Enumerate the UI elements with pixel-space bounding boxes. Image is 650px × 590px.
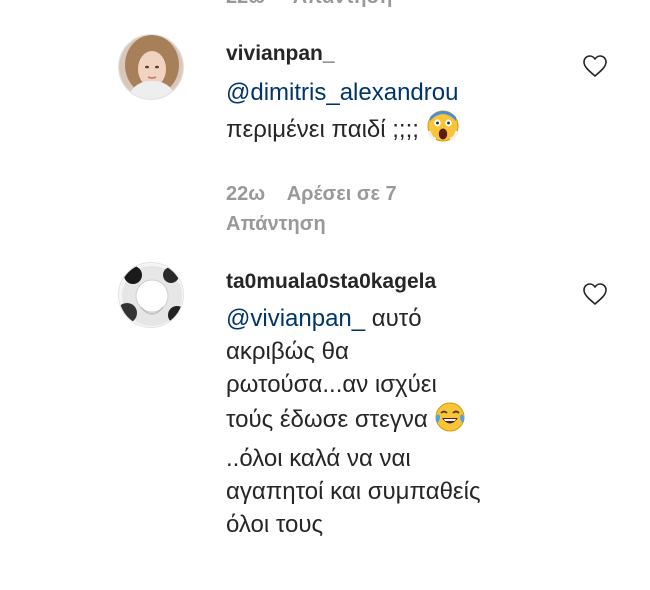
previous-comment-reply[interactable]: Απάντηση (293, 0, 393, 8)
screaming-face-emoji-icon (426, 109, 460, 152)
comment-text-line: αυτό (365, 305, 422, 332)
comment-text-line: όλοι τους (226, 511, 324, 538)
avatar-photo (119, 35, 183, 99)
comment-body: vivianpan_ @dimitris_alexandrou περιμένε… (226, 40, 556, 238)
tears-of-joy-emoji-icon (434, 401, 466, 442)
previous-comment-meta: 22ω Απάντηση (226, 0, 392, 9)
comment-username[interactable]: vivianpan_ (226, 40, 556, 68)
comment-mention[interactable]: @vivianpan_ (226, 305, 365, 332)
avatar-photo (119, 263, 183, 327)
avatar[interactable] (118, 262, 184, 328)
comment-text-line: ακριβώς θα (226, 338, 349, 365)
comment-text-line: αγαπητοί και συμπαθείς (226, 478, 481, 505)
comment-text-line: περιμένει παιδί ;;;; (226, 116, 419, 143)
comment-text-line: ρωτούσα...αν ισχύει (226, 371, 437, 398)
comment-meta: 22ω Αρέσει σε 7 Απάντηση (226, 180, 556, 238)
comment-text: περιμένει παιδί ;;;; (226, 109, 556, 152)
previous-comment-time: 22ω (226, 0, 265, 8)
reply-button[interactable]: Απάντηση (226, 210, 556, 238)
like-heart-icon[interactable] (582, 54, 608, 78)
comment-text-line: τούς έδωσε στεγνα (226, 406, 428, 433)
avatar[interactable] (118, 34, 184, 100)
comment-mention[interactable]: @dimitris_alexandrou (226, 79, 458, 106)
comment-text-line: ..όλοι καλά να ναι (226, 445, 411, 472)
comment-body: ta0muala0sta0kagela @vivianpan_ αυτό ακρ… (226, 268, 556, 541)
comment-time[interactable]: 22ω (226, 183, 265, 205)
like-heart-icon[interactable] (582, 282, 608, 306)
comment-likes[interactable]: Αρέσει σε 7 (287, 183, 397, 205)
comment-username[interactable]: ta0muala0sta0kagela (226, 268, 556, 296)
comment-text: τούς έδωσε στεγνα (226, 401, 556, 442)
